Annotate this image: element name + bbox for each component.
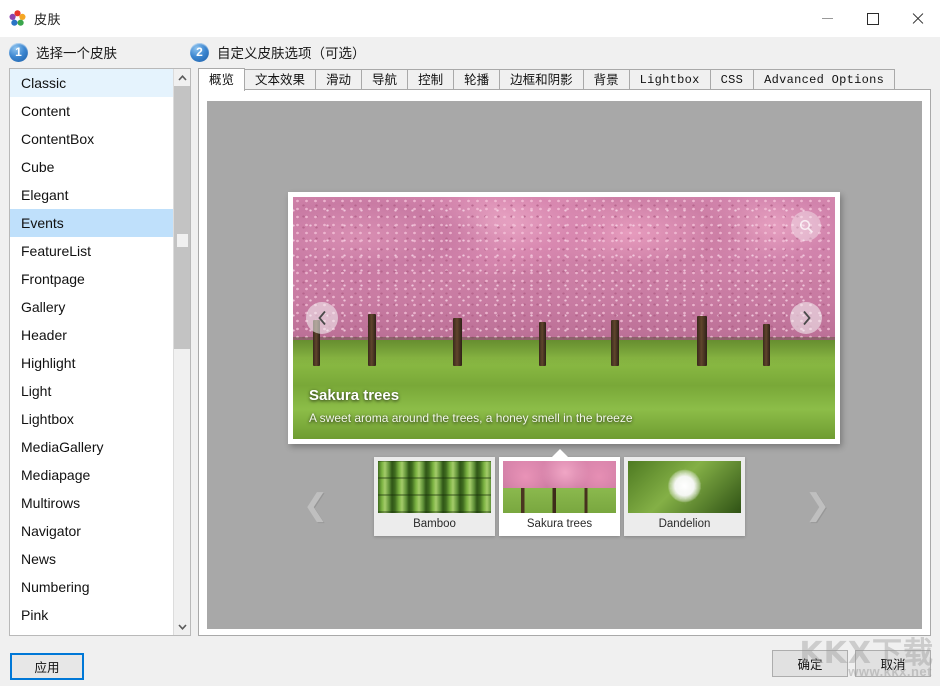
tab-滑动[interactable]: 滑动 bbox=[315, 69, 362, 90]
tree-trunk bbox=[611, 320, 619, 366]
filmstrip: ❮ ❯ Bamboo Sakura trees Dandelion bbox=[207, 457, 922, 547]
step-1-header: 1 选择一个皮肤 bbox=[9, 42, 117, 62]
scrollbar-grip bbox=[177, 234, 188, 247]
main-slide-frame[interactable]: Sakura trees A sweet aroma around the tr… bbox=[288, 192, 840, 444]
close-icon[interactable] bbox=[895, 0, 940, 37]
step-2-header: 2 自定义皮肤选项（可选） bbox=[190, 42, 366, 62]
window-controls bbox=[805, 0, 940, 37]
slide-prev-button[interactable] bbox=[306, 302, 338, 334]
scrollbar-thumb[interactable] bbox=[174, 86, 191, 349]
cancel-button[interactable]: 取消 bbox=[855, 650, 931, 677]
thumb-image bbox=[378, 461, 491, 513]
skin-list-item-mediagallery[interactable]: MediaGallery bbox=[10, 433, 174, 461]
skin-list-item-contentbox[interactable]: ContentBox bbox=[10, 125, 174, 153]
chevron-up-icon[interactable] bbox=[174, 69, 191, 86]
title-bar: 皮肤 bbox=[0, 0, 940, 37]
active-thumb-pointer bbox=[551, 449, 569, 458]
tab-边框和阴影[interactable]: 边框和阴影 bbox=[499, 69, 584, 90]
skin-list-item-navigator[interactable]: Navigator bbox=[10, 517, 174, 545]
tree-trunk bbox=[697, 316, 707, 366]
tree-trunk bbox=[453, 318, 462, 366]
magnifier-icon[interactable] bbox=[791, 211, 821, 241]
thumb-artwork bbox=[503, 461, 616, 513]
tab-lightbox[interactable]: Lightbox bbox=[629, 69, 711, 90]
filmstrip-thumb[interactable]: Sakura trees bbox=[499, 457, 620, 536]
tab-导航[interactable]: 导航 bbox=[361, 69, 408, 90]
skin-list-item-events[interactable]: Events bbox=[10, 209, 174, 237]
thumb-label: Dandelion bbox=[628, 513, 741, 536]
apply-button[interactable]: 应用 bbox=[10, 653, 84, 680]
skin-list-item-numbering[interactable]: Numbering bbox=[10, 573, 174, 601]
slide-next-button[interactable] bbox=[790, 302, 822, 334]
skin-list-item-header[interactable]: Header bbox=[10, 321, 174, 349]
ok-button[interactable]: 确定 bbox=[772, 650, 848, 677]
skin-list-item-featurelist[interactable]: FeatureList bbox=[10, 237, 174, 265]
skin-list-item-elegant[interactable]: Elegant bbox=[10, 181, 174, 209]
skin-list-item-news[interactable]: News bbox=[10, 545, 174, 573]
thumb-label: Sakura trees bbox=[503, 513, 616, 536]
step-2-badge: 2 bbox=[190, 43, 209, 62]
step-2-label: 自定义皮肤选项（可选） bbox=[217, 42, 366, 62]
skin-list-item-highlight[interactable]: Highlight bbox=[10, 349, 174, 377]
skin-list-item-content[interactable]: Content bbox=[10, 97, 174, 125]
slide-caption-subtitle: A sweet aroma around the trees, a honey … bbox=[309, 411, 819, 425]
tab-文本效果[interactable]: 文本效果 bbox=[244, 69, 316, 90]
preview-panel: Sakura trees A sweet aroma around the tr… bbox=[198, 89, 931, 636]
skin-list-item-mediapage[interactable]: Mediapage bbox=[10, 461, 174, 489]
skin-list-items[interactable]: ClassicContentContentBoxCubeElegantEvent… bbox=[10, 69, 174, 635]
skin-list-item-pink[interactable]: Pink bbox=[10, 601, 174, 629]
step-1-badge: 1 bbox=[9, 43, 28, 62]
thumb-image bbox=[503, 461, 616, 513]
slide-caption: Sakura trees A sweet aroma around the tr… bbox=[293, 377, 835, 439]
chevron-down-icon[interactable] bbox=[174, 618, 191, 635]
thumb-label: Bamboo bbox=[378, 513, 491, 536]
skin-list-item-classic[interactable]: Classic bbox=[10, 69, 174, 97]
filmstrip-next-icon[interactable]: ❯ bbox=[805, 491, 830, 521]
tree-trunk bbox=[539, 322, 546, 366]
tab-控制[interactable]: 控制 bbox=[407, 69, 454, 90]
maximize-icon[interactable] bbox=[850, 0, 895, 37]
tab-背景[interactable]: 背景 bbox=[583, 69, 630, 90]
step-1-label: 选择一个皮肤 bbox=[36, 42, 117, 62]
skin-list-item-cube[interactable]: Cube bbox=[10, 153, 174, 181]
filmstrip-thumb[interactable]: Bamboo bbox=[374, 457, 495, 536]
skin-list-item-gallery[interactable]: Gallery bbox=[10, 293, 174, 321]
main-slide-image[interactable]: Sakura trees A sweet aroma around the tr… bbox=[293, 197, 835, 439]
filmstrip-prev-icon[interactable]: ❮ bbox=[303, 491, 328, 521]
skin-list-item-light[interactable]: Light bbox=[10, 377, 174, 405]
slide-caption-title: Sakura trees bbox=[309, 387, 819, 404]
filmstrip-thumb[interactable]: Dandelion bbox=[624, 457, 745, 536]
tab-advanced-options[interactable]: Advanced Options bbox=[753, 69, 895, 90]
skin-list-item-multirows[interactable]: Multirows bbox=[10, 489, 174, 517]
thumb-artwork bbox=[378, 461, 491, 513]
skin-list-scrollbar[interactable] bbox=[173, 69, 190, 635]
skin-options-tabs[interactable]: 概览文本效果滑动导航控制轮播边框和阴影背景LightboxCSSAdvanced… bbox=[198, 68, 931, 90]
window-title: 皮肤 bbox=[34, 9, 61, 28]
minimize-icon[interactable] bbox=[805, 0, 850, 37]
tree-trunk bbox=[763, 324, 770, 366]
flower-logo-icon bbox=[9, 10, 26, 27]
thumb-image bbox=[628, 461, 741, 513]
thumb-artwork bbox=[628, 461, 741, 513]
skin-list-item-lightbox[interactable]: Lightbox bbox=[10, 405, 174, 433]
tab-轮播[interactable]: 轮播 bbox=[453, 69, 500, 90]
filmstrip-thumbs[interactable]: Bamboo Sakura trees Dandelion bbox=[374, 457, 745, 536]
skin-listbox[interactable]: ClassicContentContentBoxCubeElegantEvent… bbox=[9, 68, 191, 636]
tab-概览[interactable]: 概览 bbox=[198, 68, 245, 91]
tab-css[interactable]: CSS bbox=[710, 69, 755, 90]
preview-canvas: Sakura trees A sweet aroma around the tr… bbox=[207, 101, 922, 629]
tree-trunk bbox=[368, 314, 376, 366]
skin-list-item-frontpage[interactable]: Frontpage bbox=[10, 265, 174, 293]
